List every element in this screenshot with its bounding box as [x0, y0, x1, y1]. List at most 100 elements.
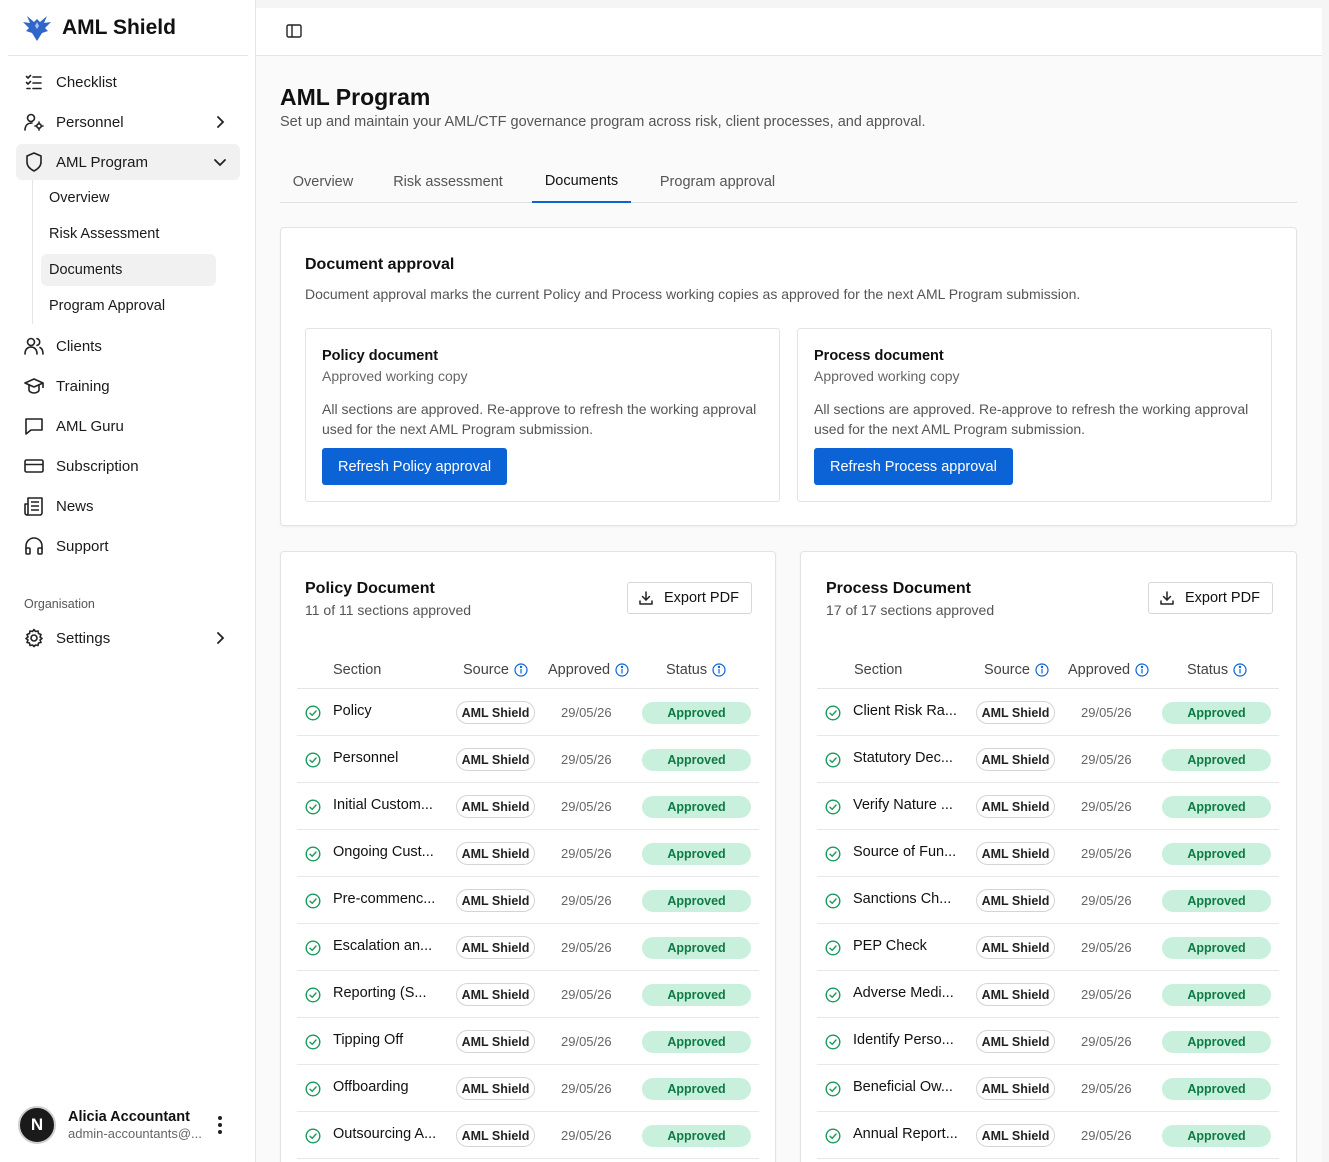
sidebar-item-news[interactable]: News [16, 488, 240, 524]
table-row[interactable]: Client Risk Ra... AML Shield 29/05/26 Appro… [817, 689, 1279, 736]
tab-documents[interactable]: Documents [532, 160, 631, 203]
subnav-item-risk-assessment[interactable]: Risk Assessment [41, 218, 216, 250]
status-badge: Approved [1162, 937, 1271, 959]
section-name[interactable]: Escalation an... [333, 938, 445, 954]
approved-date: 29/05/26 [561, 846, 612, 861]
sidebar-item-personnel[interactable]: Personnel [16, 104, 240, 140]
sidebar-item-training[interactable]: Training [16, 368, 240, 404]
tab-program-approval[interactable]: Program approval [647, 160, 788, 203]
table-row[interactable]: Identify Perso... AML Shield 29/05/26 Appro… [817, 1018, 1279, 1065]
subnav-item-documents[interactable]: Documents [41, 254, 216, 286]
info-icon[interactable] [1035, 663, 1049, 677]
approved-date: 29/05/26 [561, 893, 612, 908]
sidebar-item-label: Settings [56, 629, 111, 647]
shield-icon [24, 152, 44, 172]
sidebar-item-subscription[interactable]: Subscription [16, 448, 240, 484]
section-name[interactable]: Outsourcing A... [333, 1126, 445, 1142]
sidebar-item-clients[interactable]: Clients [16, 328, 240, 364]
sidebar-item-label: Training [56, 377, 110, 395]
table-row[interactable]: Policy AML Shield 29/05/26 Approved [297, 689, 759, 736]
subnav-item-program-approval[interactable]: Program Approval [41, 290, 216, 322]
approved-date: 29/05/26 [561, 1128, 612, 1143]
column-header-approved: Approved [548, 662, 629, 678]
check-circle-icon [305, 846, 321, 862]
table-row[interactable]: Ongoing Cust... AML Shield 29/05/26 Approve… [297, 830, 759, 877]
sidebar-item-aml-guru[interactable]: AML Guru [16, 408, 240, 444]
section-name[interactable]: Statutory Dec... [853, 750, 965, 766]
section-name[interactable]: Identify Perso... [853, 1032, 965, 1048]
policy-approval-text: All sections are approved. Re-approve to… [322, 401, 757, 437]
user-menu[interactable]: N Alicia Accountant admin-accountants@..… [18, 1106, 240, 1144]
section-name[interactable]: Pre-commenc... [333, 891, 445, 907]
table-row[interactable]: Beneficial Ow... AML Shield 29/05/26 Approv… [817, 1065, 1279, 1112]
info-icon[interactable] [514, 663, 528, 677]
status-badge: Approved [642, 1031, 751, 1053]
section-name[interactable]: Beneficial Ow... [853, 1079, 965, 1095]
table-row[interactable]: Offboarding AML Shield 29/05/26 Approved [297, 1065, 759, 1112]
section-name[interactable]: Verify Nature ... [853, 797, 965, 813]
table-row[interactable]: Initial Custom... AML Shield 29/05/26 Appro… [297, 783, 759, 830]
table-row[interactable]: Escalation an... AML Shield 29/05/26 Approv… [297, 924, 759, 971]
section-name[interactable]: Tipping Off [333, 1032, 445, 1048]
more-vertical-icon[interactable] [210, 1114, 230, 1136]
section-name[interactable]: Client Risk Ra... [853, 703, 965, 719]
tab-overview[interactable]: Overview [280, 160, 366, 203]
source-badge: AML Shield [976, 1030, 1055, 1053]
sidebar-item-label: Personnel [56, 113, 124, 131]
chevron-right-icon [217, 116, 225, 128]
table-row[interactable]: Personnel AML Shield 29/05/26 Approved [297, 736, 759, 783]
info-icon[interactable] [712, 663, 726, 677]
brand[interactable]: AML Shield [8, 0, 248, 56]
status-badge: Approved [1162, 1031, 1271, 1053]
section-name[interactable]: Reporting (S... [333, 985, 445, 1001]
refresh-policy-approval-button[interactable]: Refresh Policy approval [322, 448, 508, 485]
sidebar-item-aml-program[interactable]: AML Program [16, 144, 240, 180]
section-name[interactable]: Adverse Medi... [853, 985, 965, 1001]
topbar [256, 8, 1322, 56]
table-row[interactable]: Statutory Dec... AML Shield 29/05/26 Approv… [817, 736, 1279, 783]
section-name[interactable]: Source of Fun... [853, 844, 965, 860]
section-name[interactable]: Annual Report... [853, 1126, 965, 1142]
check-circle-icon [305, 752, 321, 768]
process-export-pdf-button[interactable]: Export PDF [1148, 582, 1273, 614]
section-name[interactable]: Ongoing Cust... [333, 844, 445, 860]
info-icon[interactable] [1233, 663, 1247, 677]
column-header-approved: Approved [1068, 662, 1149, 678]
process-approval-box: Process document Approved working copy A… [797, 328, 1272, 502]
table-row[interactable]: Adverse Medi... AML Shield 29/05/26 Approve… [817, 971, 1279, 1018]
check-circle-icon [305, 987, 321, 1003]
subnav-item-overview[interactable]: Overview [41, 182, 216, 214]
table-row[interactable]: PEP Check AML Shield 29/05/26 Approved [817, 924, 1279, 971]
tab-risk-assessment[interactable]: Risk assessment [382, 160, 514, 203]
table-row[interactable]: Annual Report... AML Shield 29/05/26 Approv… [817, 1112, 1279, 1159]
sidebar-item-support[interactable]: Support [16, 528, 240, 564]
section-name[interactable]: Personnel [333, 750, 445, 766]
section-name[interactable]: Initial Custom... [333, 797, 445, 813]
info-icon[interactable] [1135, 663, 1149, 677]
sidebar-item-checklist[interactable]: Checklist [16, 64, 240, 100]
sidebar-item-settings[interactable]: Settings [16, 620, 240, 656]
eagle-logo-icon [23, 15, 51, 41]
source-badge: AML Shield [976, 842, 1055, 865]
process-approval-subtitle: Approved working copy [814, 368, 960, 384]
user-email: admin-accountants@... [68, 1126, 202, 1141]
table-row[interactable]: Reporting (S... AML Shield 29/05/26 Approve… [297, 971, 759, 1018]
table-row[interactable]: Source of Fun... AML Shield 29/05/26 Approv… [817, 830, 1279, 877]
info-icon[interactable] [615, 663, 629, 677]
table-row[interactable]: Outsourcing A... AML Shield 29/05/26 Approv… [297, 1112, 759, 1159]
sidebar-item-label: AML Program [56, 153, 148, 171]
download-icon [1160, 591, 1174, 605]
table-row[interactable]: Pre-commenc... AML Shield 29/05/26 Approved [297, 877, 759, 924]
process-approval-title: Process document [814, 348, 944, 364]
section-name[interactable]: PEP Check [853, 938, 965, 954]
section-name[interactable]: Offboarding [333, 1079, 445, 1095]
section-name[interactable]: Sanctions Ch... [853, 891, 965, 907]
table-row[interactable]: Tipping Off AML Shield 29/05/26 Approved [297, 1018, 759, 1065]
policy-export-pdf-button[interactable]: Export PDF [627, 582, 752, 614]
table-row[interactable]: Verify Nature ... AML Shield 29/05/26 Appro… [817, 783, 1279, 830]
refresh-process-approval-button[interactable]: Refresh Process approval [814, 448, 1013, 485]
chevron-right-icon [217, 632, 225, 644]
table-row[interactable]: Sanctions Ch... AML Shield 29/05/26 Approve… [817, 877, 1279, 924]
section-name[interactable]: Policy [333, 703, 445, 719]
sidebar-toggle-icon[interactable] [286, 23, 302, 39]
